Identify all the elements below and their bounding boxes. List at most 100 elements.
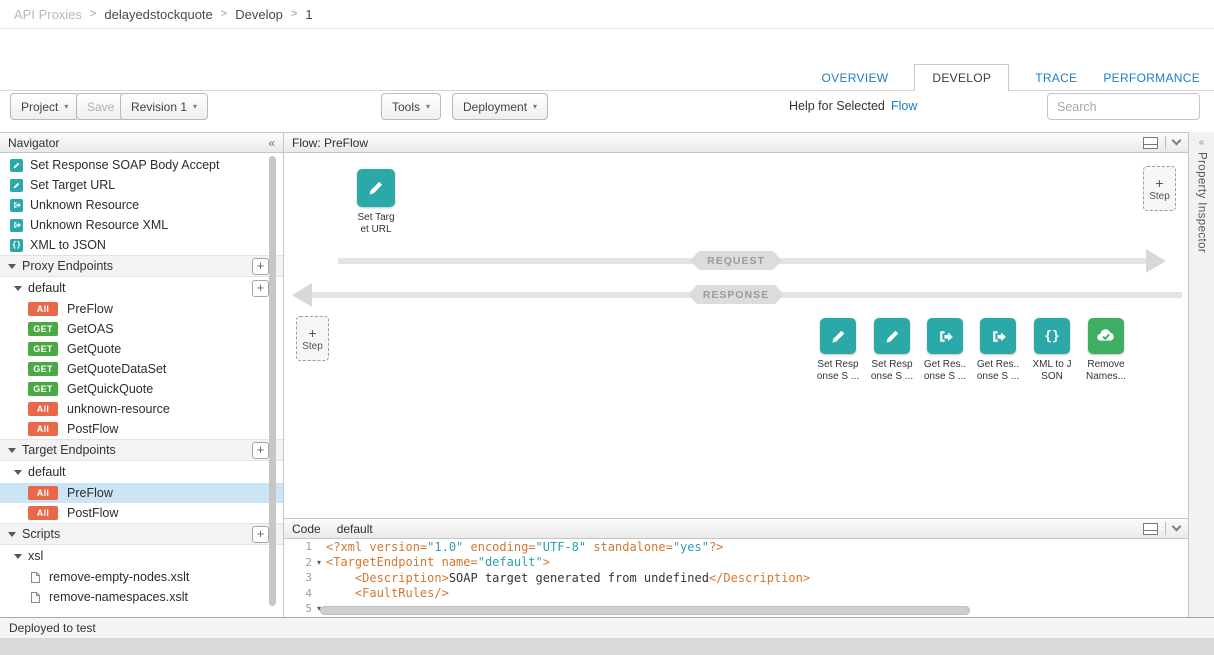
breadcrumb-item-revision[interactable]: 1	[305, 7, 312, 22]
property-inspector-strip[interactable]: « Property Inspector	[1189, 132, 1214, 617]
method-badge: GET	[28, 362, 58, 376]
collapse-code-panel-icon[interactable]	[1172, 522, 1182, 532]
response-step-set-response-soap-1[interactable]: Set Response S ...	[808, 318, 868, 383]
section-label: Scripts	[22, 527, 60, 541]
section-proxy-endpoints[interactable]: Proxy Endpoints +	[0, 255, 283, 277]
caret-down-icon	[14, 554, 22, 559]
nav-target-preflow-selected[interactable]: All PreFlow	[0, 483, 283, 503]
code-text: <TargetEndpoint name="default">	[326, 555, 550, 569]
code-panel-header: Code default	[284, 518, 1188, 539]
revision-menu-button[interactable]: Revision 1 ▾	[120, 93, 208, 120]
target-endpoint-default[interactable]: default	[0, 461, 283, 483]
line-number: 5	[284, 602, 312, 615]
script-file-label: remove-empty-nodes.xslt	[49, 570, 189, 584]
caret-down-icon: ▾	[193, 103, 197, 111]
response-step-get-response-2[interactable]: Get Res..onse S ...	[968, 318, 1028, 383]
code-horizontal-scrollbar[interactable]	[320, 606, 970, 615]
add-response-step-button[interactable]: + Step	[296, 316, 329, 361]
code-editor[interactable]: 1 <?xml version="1.0" encoding="UTF-8" s…	[284, 539, 1188, 617]
policy-label: Set Response SOAP Body Accept	[30, 158, 219, 172]
header-icon-divider	[1165, 522, 1166, 535]
response-step-set-response-soap-2[interactable]: Set Response S ...	[862, 318, 922, 383]
request-arrow-icon	[1146, 249, 1166, 273]
deployment-menu-button[interactable]: Deployment ▾	[452, 93, 548, 120]
search-input[interactable]	[1047, 93, 1200, 120]
code-panel-subtitle: default	[337, 522, 373, 536]
line-number: 2	[284, 556, 312, 569]
step-label: Set Response S ...	[871, 359, 913, 383]
flow-label: GetOAS	[67, 322, 114, 336]
request-step-set-target-url[interactable]: Set Target URL	[346, 169, 406, 236]
property-inspector-label: Property Inspector	[1196, 152, 1208, 253]
add-proxy-flow-button[interactable]: +	[252, 280, 269, 297]
flow-inspector-divider[interactable]	[1188, 132, 1189, 617]
add-target-endpoint-button[interactable]: +	[252, 442, 269, 459]
panel-layout-icon[interactable]	[1143, 137, 1158, 149]
panel-layout-icon[interactable]	[1143, 523, 1158, 535]
breadcrumb-separator: >	[291, 8, 297, 20]
expand-property-inspector-icon[interactable]: «	[1199, 137, 1205, 148]
section-target-endpoints[interactable]: Target Endpoints +	[0, 439, 283, 461]
code-text: <?xml version="1.0" encoding="UTF-8" sta…	[326, 540, 723, 554]
method-badge: GET	[28, 322, 58, 336]
script-file-remove-namespaces[interactable]: remove-namespaces.xslt	[0, 587, 283, 607]
response-step-xml-to-json[interactable]: {} XML to JSON	[1022, 318, 1082, 383]
step-label: Get Res..onse S ...	[977, 359, 1019, 383]
policy-item-xml-to-json[interactable]: {} XML to JSON	[0, 235, 283, 255]
policy-label: Set Target URL	[30, 178, 115, 192]
collapse-navigator-icon[interactable]: «	[268, 136, 275, 150]
step-label: XML to JSON	[1032, 359, 1071, 383]
proxy-endpoint-default[interactable]: default +	[0, 277, 283, 299]
tab-trace[interactable]: TRACE	[1035, 71, 1077, 85]
line-number: 1	[284, 540, 312, 553]
add-proxy-endpoint-button[interactable]: +	[252, 258, 269, 275]
policy-item-set-target-url[interactable]: Set Target URL	[0, 175, 283, 195]
add-icon: +	[1155, 176, 1163, 190]
tools-menu-button[interactable]: Tools ▾	[381, 93, 441, 120]
nav-target-postflow[interactable]: All PostFlow	[0, 503, 283, 523]
policy-label: Unknown Resource	[30, 198, 139, 212]
add-request-step-button[interactable]: + Step	[1143, 166, 1176, 211]
help-for-selected-label: Help for Selected	[789, 99, 885, 113]
policy-item-unknown-resource[interactable]: Unknown Resource	[0, 195, 283, 215]
nav-proxy-unknown-resource[interactable]: All unknown-resource	[0, 399, 283, 419]
nav-proxy-getquote[interactable]: GET GetQuote	[0, 339, 283, 359]
method-badge: All	[28, 486, 58, 500]
caret-down-icon	[8, 532, 16, 537]
fold-caret-icon[interactable]: ▾	[312, 558, 326, 567]
script-file-remove-empty-nodes[interactable]: remove-empty-nodes.xslt	[0, 567, 283, 587]
step-label: Set Response S ...	[817, 359, 859, 383]
nav-proxy-getquickquote[interactable]: GET GetQuickQuote	[0, 379, 283, 399]
nav-proxy-getquotedataset[interactable]: GET GetQuoteDataSet	[0, 359, 283, 379]
nav-proxy-getoas[interactable]: GET GetOAS	[0, 319, 283, 339]
caret-down-icon: ▾	[64, 103, 68, 111]
breadcrumb-item-proxy-name[interactable]: delayedstockquote	[104, 7, 212, 22]
method-badge: GET	[28, 342, 58, 356]
tab-overview[interactable]: OVERVIEW	[822, 71, 889, 85]
nav-proxy-preflow[interactable]: All PreFlow	[0, 299, 283, 319]
response-step-get-response-1[interactable]: Get Res..onse S ...	[915, 318, 975, 383]
resource-policy-icon	[10, 219, 23, 232]
save-button[interactable]: Save	[76, 93, 125, 120]
help-selected-flow-link[interactable]: Flow	[891, 99, 917, 113]
script-group-xsl[interactable]: xsl	[0, 545, 283, 567]
tab-develop[interactable]: DEVELOP	[914, 64, 1009, 91]
add-script-button[interactable]: +	[252, 526, 269, 543]
code-panel-title: Code	[292, 522, 321, 536]
response-step-remove-namespaces[interactable]: RemoveNames...	[1076, 318, 1136, 383]
breadcrumb-item-develop[interactable]: Develop	[235, 7, 283, 22]
tab-performance[interactable]: PERFORMANCE	[1103, 71, 1200, 85]
navigator-flow-divider[interactable]	[283, 132, 284, 617]
policy-item-set-response-soap-body-accept[interactable]: Set Response SOAP Body Accept	[0, 155, 283, 175]
breadcrumb-item-api-proxies[interactable]: API Proxies	[14, 7, 82, 22]
section-scripts[interactable]: Scripts +	[0, 523, 283, 545]
breadcrumb: API Proxies > delayedstockquote > Develo…	[0, 0, 1214, 29]
assign-message-policy-icon	[10, 179, 23, 192]
collapse-flow-panel-icon[interactable]	[1172, 136, 1182, 146]
api-proxy-editor: API Proxies > delayedstockquote > Develo…	[0, 0, 1214, 655]
caret-down-icon	[8, 448, 16, 453]
navigator-scrollbar[interactable]	[269, 156, 276, 606]
nav-proxy-postflow[interactable]: All PostFlow	[0, 419, 283, 439]
policy-item-unknown-resource-xml[interactable]: Unknown Resource XML	[0, 215, 283, 235]
project-menu-button[interactable]: Project ▾	[10, 93, 79, 120]
